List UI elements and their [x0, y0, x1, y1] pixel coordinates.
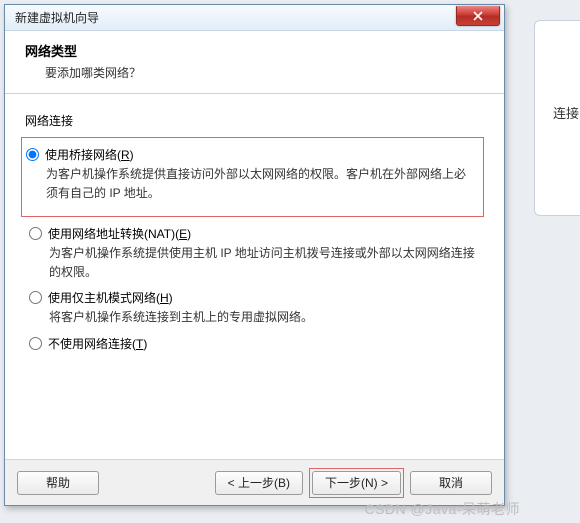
radio-hostonly[interactable]	[29, 291, 42, 304]
titlebar: 新建虚拟机向导	[5, 5, 504, 31]
content-area: 网络连接 使用桥接网络(R) 为客户机操作系统提供直接访问外部以太网网络的权限。…	[5, 94, 504, 368]
option-hostonly-label[interactable]: 使用仅主机模式网络(H)	[48, 289, 173, 306]
option-bridged-desc: 为客户机操作系统提供直接访问外部以太网网络的权限。客户机在外部网络上必须有自己的…	[46, 165, 476, 202]
header-pane: 网络类型 要添加哪类网络？	[5, 31, 504, 94]
back-button[interactable]: < 上一步(B)	[215, 471, 303, 495]
highlight-box-next: 下一步(N) >	[309, 468, 404, 498]
option-bridged-label[interactable]: 使用桥接网络(R)	[45, 146, 134, 163]
side-panel: 连接	[534, 20, 580, 216]
side-panel-label: 连接	[553, 103, 579, 122]
cancel-button[interactable]: 取消	[410, 471, 492, 495]
option-hostonly-desc: 将客户机操作系统连接到主机上的专用虚拟网络。	[49, 308, 479, 327]
radio-none[interactable]	[29, 337, 42, 350]
radio-nat[interactable]	[29, 227, 42, 240]
page-subtitle: 要添加哪类网络？	[25, 64, 488, 81]
option-nat-label[interactable]: 使用网络地址转换(NAT)(E)	[48, 225, 191, 242]
page-title: 网络类型	[25, 41, 488, 60]
section-label: 网络连接	[25, 112, 484, 129]
option-hostonly: 使用仅主机模式网络(H) 将客户机操作系统连接到主机上的专用虚拟网络。	[25, 289, 484, 327]
radio-bridged[interactable]	[26, 148, 39, 161]
close-icon	[473, 11, 483, 21]
window-title: 新建虚拟机向导	[15, 9, 456, 26]
highlight-box-option: 使用桥接网络(R) 为客户机操作系统提供直接访问外部以太网网络的权限。客户机在外…	[21, 137, 484, 217]
option-nat-desc: 为客户机操作系统提供使用主机 IP 地址访问主机拨号连接或外部以太网网络连接的权…	[49, 244, 479, 281]
close-button[interactable]	[456, 6, 500, 26]
wizard-dialog: 新建虚拟机向导 网络类型 要添加哪类网络？ 网络连接 使用桥接网络(R) 为客户…	[4, 4, 505, 506]
option-bridged: 使用桥接网络(R) 为客户机操作系统提供直接访问外部以太网网络的权限。客户机在外…	[22, 146, 477, 202]
option-nat: 使用网络地址转换(NAT)(E) 为客户机操作系统提供使用主机 IP 地址访问主…	[25, 225, 484, 281]
next-button[interactable]: 下一步(N) >	[312, 471, 401, 495]
watermark: CSDN @Java-呆萌老师	[364, 499, 520, 519]
option-none: 不使用网络连接(T)	[25, 335, 484, 352]
help-button[interactable]: 帮助	[17, 471, 99, 495]
option-none-label[interactable]: 不使用网络连接(T)	[48, 335, 147, 352]
